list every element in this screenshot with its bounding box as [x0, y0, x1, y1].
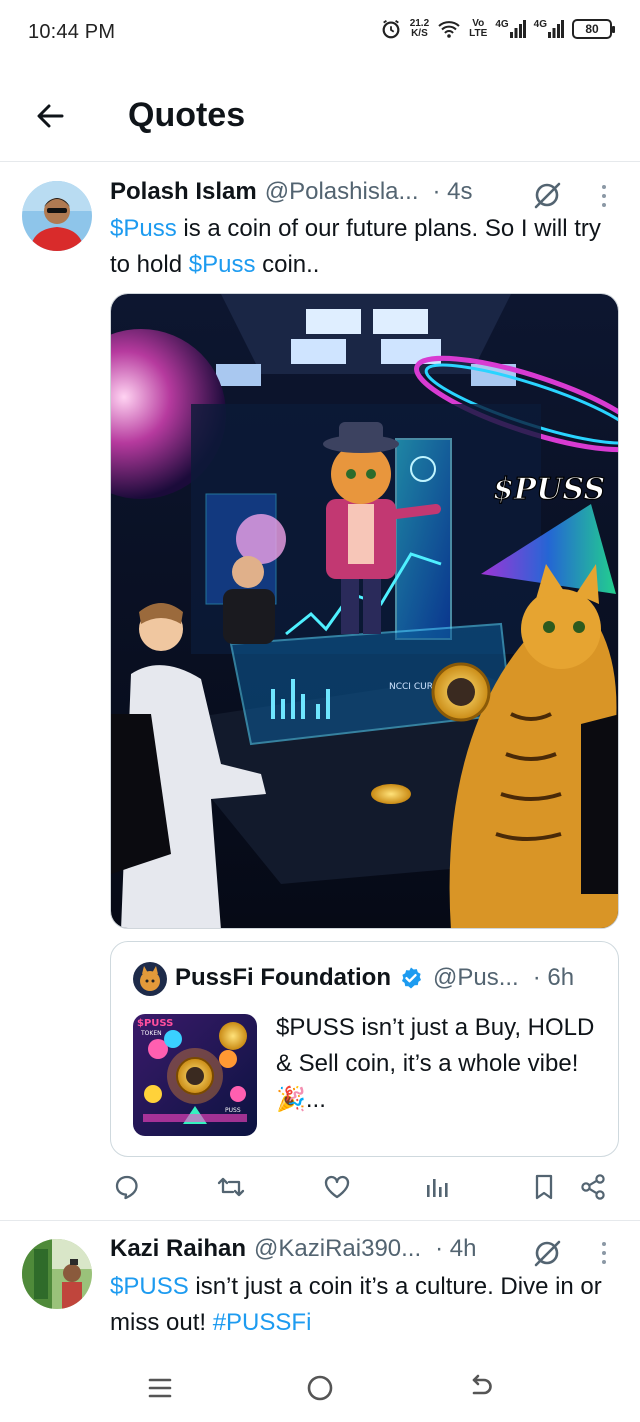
views-button[interactable]	[420, 1170, 454, 1204]
post-action-bar	[110, 1170, 620, 1208]
post-text-segment: coin..	[255, 251, 320, 278]
back-icon	[472, 1374, 492, 1395]
author-handle[interactable]: @KaziRai390...	[254, 1235, 421, 1263]
quoted-post-card[interactable]: PussFi Foundation @Pus... · 6h $PUSS TOK	[110, 941, 619, 1157]
quoted-thumbnail-image: $PUSS TOKEN PUSS	[133, 1014, 257, 1136]
post-time: · 4s	[432, 178, 473, 205]
quoted-post-time: · 6h	[532, 964, 575, 991]
hashtag-link[interactable]: #PUSSFi	[213, 1309, 312, 1336]
home-icon	[307, 1375, 333, 1401]
quoted-post-header: PussFi Foundation @Pus... · 6h	[175, 964, 574, 992]
grok-icon[interactable]	[532, 180, 562, 210]
quoted-avatar-image	[133, 962, 167, 996]
avatar[interactable]	[22, 181, 92, 251]
media-caption: $PUSS	[493, 472, 605, 507]
retweet-button[interactable]	[214, 1170, 248, 1204]
cashtag-link[interactable]: $PUSS	[110, 1273, 189, 1300]
share-icon	[581, 1174, 605, 1200]
quoted-avatar[interactable]	[133, 962, 167, 996]
author-name[interactable]: Polash Islam	[110, 178, 257, 206]
like-button[interactable]	[320, 1170, 354, 1204]
avatar-image	[22, 181, 92, 251]
verified-badge-icon	[402, 967, 421, 989]
retweet-icon	[217, 1177, 245, 1197]
avatar-image	[22, 1239, 92, 1309]
post-text: $Puss is a coin of our future plans. So …	[110, 211, 610, 283]
reply-button[interactable]	[110, 1170, 144, 1204]
recent-apps-button[interactable]	[140, 1370, 180, 1406]
post-header: Kazi Raihan @KaziRai390... · 4h	[110, 1235, 477, 1263]
avatar[interactable]	[22, 1239, 92, 1309]
menu-icon	[148, 1378, 172, 1398]
quoted-thumb-sublabel: TOKEN	[140, 1030, 162, 1037]
views-icon	[427, 1179, 448, 1197]
quoted-thumb-label: $PUSS	[137, 1018, 173, 1029]
bookmark-icon	[535, 1174, 553, 1200]
post-media-image[interactable]: $PUSS NCCI CURRIT	[110, 293, 619, 929]
post-text: $PUSS isn’t just a coin it’s a culture. …	[110, 1269, 610, 1341]
more-options-icon[interactable]	[594, 1238, 614, 1268]
grok-icon[interactable]	[532, 1238, 562, 1268]
home-button[interactable]	[300, 1370, 340, 1406]
quoted-thumb-side-label: PUSS	[225, 1107, 241, 1114]
post-time: · 4h	[435, 1235, 477, 1262]
post-text-segment: is a coin of our future plans. So I will…	[110, 215, 601, 278]
bookmark-button[interactable]	[527, 1170, 561, 1204]
share-button[interactable]	[576, 1170, 610, 1204]
cashtag-link[interactable]: $Puss	[110, 215, 177, 242]
system-back-button[interactable]	[460, 1370, 500, 1406]
post-header: Polash Islam @Polashisla... · 4s	[110, 178, 473, 206]
reply-icon	[115, 1175, 138, 1200]
post[interactable]: Kazi Raihan @KaziRai390... · 4h $PUSS is…	[0, 1221, 640, 1351]
media-illustration: $PUSS NCCI CURRIT	[111, 294, 618, 928]
post[interactable]: Polash Islam @Polashisla... · 4s $Puss i…	[0, 0, 640, 1220]
quoted-author-handle: @Pus...	[433, 964, 519, 991]
quoted-media-thumbnail[interactable]: $PUSS TOKEN PUSS	[133, 1014, 257, 1136]
like-icon	[324, 1175, 350, 1199]
quoted-post-text: $PUSS isn’t just a Buy, HOLD & Sell coin…	[276, 1014, 595, 1113]
author-handle[interactable]: @Polashisla...	[265, 178, 419, 206]
quoted-author-name: PussFi Foundation	[175, 964, 391, 991]
system-navigation-bar	[0, 1352, 640, 1422]
author-name[interactable]: Kazi Raihan	[110, 1235, 246, 1263]
cashtag-link[interactable]: $Puss	[189, 251, 256, 278]
more-options-icon[interactable]	[594, 181, 614, 211]
